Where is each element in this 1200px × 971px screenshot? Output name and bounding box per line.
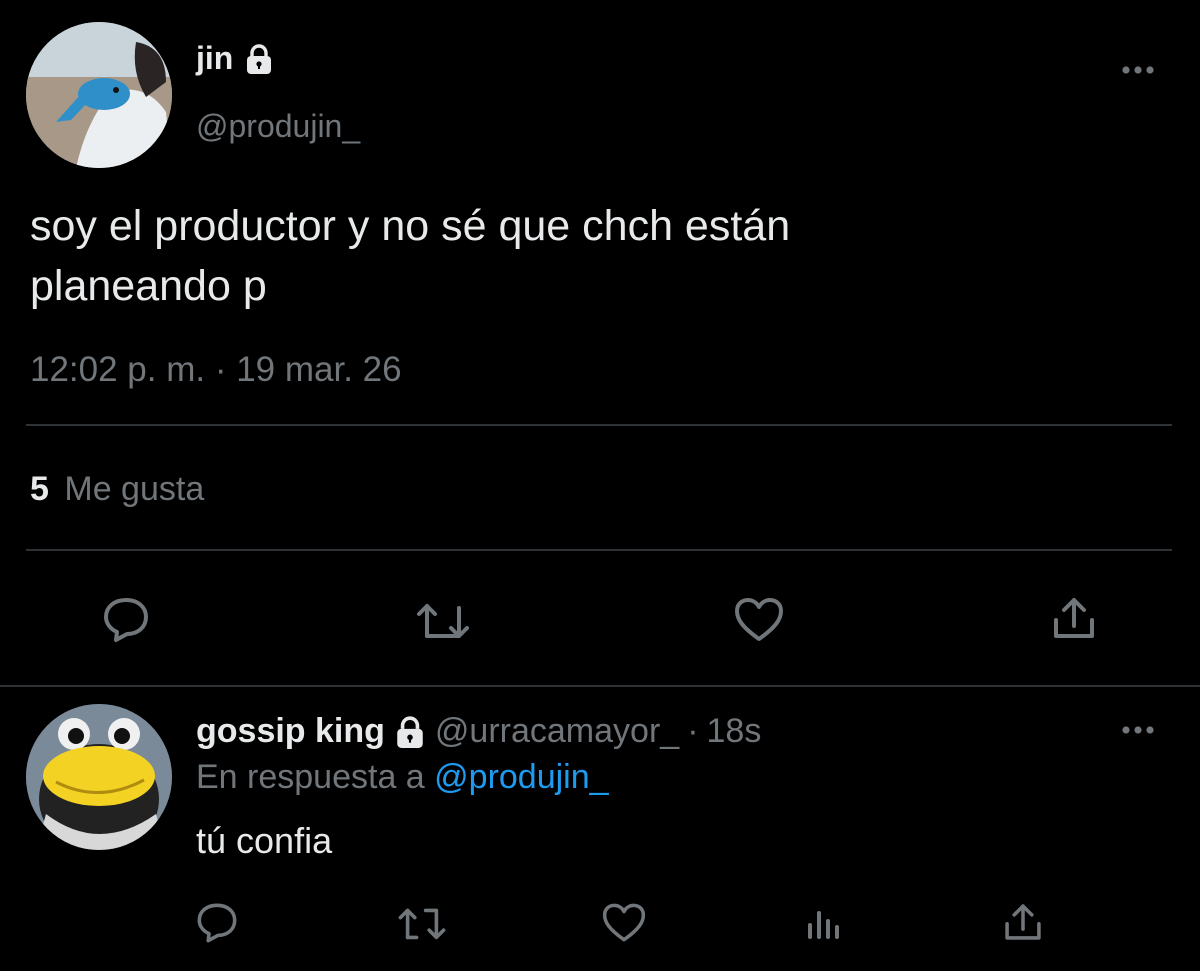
tweet-text-line-1: soy el productor y no sé que chch están (30, 202, 791, 250)
share-icon[interactable] (1046, 590, 1102, 646)
reply-time[interactable]: 18s (707, 712, 762, 751)
avatar-image (26, 704, 172, 850)
heart-icon[interactable] (730, 592, 788, 648)
avatar-gossip-king[interactable] (26, 704, 172, 850)
author-name[interactable]: jin (196, 40, 233, 77)
reply-separator: · (687, 712, 699, 750)
divider-bottom (26, 549, 1172, 551)
tweet-text: soy el productor y no sé que chch están … (30, 196, 790, 316)
divider-top (26, 424, 1172, 426)
reply-context-mention[interactable]: @produjin_ (434, 758, 608, 796)
author-handle[interactable]: @produjin_ (196, 108, 360, 145)
reply-context: En respuesta a @produjin_ (196, 758, 609, 797)
analytics-icon[interactable] (800, 898, 846, 948)
reply-context-prefix: En respuesta a (196, 758, 425, 796)
tweet-text-line-2: planeando p (30, 262, 267, 310)
reply-icon[interactable] (192, 898, 242, 948)
tweet-timestamp[interactable]: 12:02 p. m. · 19 mar. 26 (30, 350, 402, 390)
avatar-image (26, 22, 172, 168)
likes-count: 5 (30, 470, 49, 508)
reply-author-row: gossip king @urracamayor_ · 18s (196, 712, 761, 751)
retweet-icon[interactable] (412, 594, 474, 646)
more-options-icon[interactable] (1118, 58, 1158, 82)
likes-label: Me gusta (64, 470, 205, 508)
avatar-jin[interactable] (26, 22, 172, 168)
reply-icon[interactable] (98, 592, 154, 648)
lock-icon (243, 43, 275, 75)
section-divider (0, 685, 1200, 687)
lock-icon (393, 715, 427, 749)
heart-icon[interactable] (598, 898, 650, 948)
reply-text: tú confia (196, 820, 333, 861)
reply-author-name[interactable]: gossip king (196, 712, 385, 751)
more-options-icon[interactable] (1118, 718, 1158, 742)
retweet-icon[interactable] (394, 900, 450, 946)
share-icon[interactable] (998, 896, 1048, 948)
reply-author-handle[interactable]: @urracamayor_ (435, 712, 679, 751)
author-row: jin (196, 40, 275, 77)
likes-stat[interactable]: 5 Me gusta (30, 470, 204, 509)
